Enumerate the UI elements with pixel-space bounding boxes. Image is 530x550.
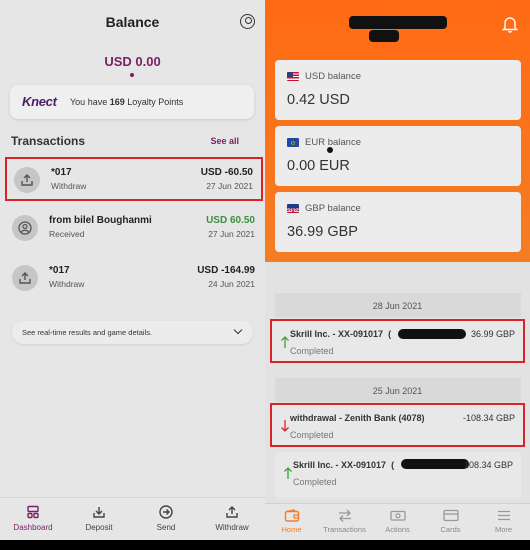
us-flag-icon xyxy=(287,72,299,81)
nav-label: Send xyxy=(156,523,176,532)
uk-flag-icon xyxy=(287,204,299,213)
nav-send[interactable]: Send xyxy=(133,498,199,541)
nav-cards[interactable]: Cards xyxy=(424,504,477,541)
bottom-nav: Dashboard Deposit Send Withdraw xyxy=(0,497,265,540)
transaction-amount: USD -60.50 xyxy=(200,167,253,178)
transaction-row[interactable]: Skrill Inc. - XX-091017 ( 108.34 GBP Com… xyxy=(275,452,521,498)
right-screen: USD balance 0.42 USD EUR balance 0.00 EU… xyxy=(265,0,530,540)
date-group-label: 25 Jun 2021 xyxy=(372,386,423,396)
redacted-detail-mark xyxy=(401,459,469,469)
page-indicator-dot xyxy=(130,73,134,77)
balance-label: USD balance xyxy=(305,71,361,82)
balance-label: EUR balance xyxy=(305,137,361,148)
nav-label: Home xyxy=(281,525,302,534)
menu-icon xyxy=(497,510,510,521)
transaction-amount: USD 60.50 xyxy=(206,215,255,226)
arrow-up-icon xyxy=(284,467,292,479)
balance-amount: USD 0.00 xyxy=(104,54,161,69)
transaction-status: Completed xyxy=(293,477,337,487)
nav-withdraw[interactable]: Withdraw xyxy=(199,498,265,541)
page-title: Balance xyxy=(105,14,160,30)
download-icon xyxy=(93,507,105,518)
transaction-type: Withdraw xyxy=(51,181,87,191)
user-icon xyxy=(12,215,38,241)
transaction-name: *017 xyxy=(49,265,70,276)
nav-label: Deposit xyxy=(85,523,113,532)
nav-actions[interactable]: Actions xyxy=(371,504,424,541)
card-icon xyxy=(442,509,459,522)
bell-icon[interactable] xyxy=(502,15,518,33)
knect-logo: Knect xyxy=(22,94,57,109)
eu-flag-icon xyxy=(287,138,299,147)
balance-value: 36.99 GBP xyxy=(287,224,358,240)
touch-dot xyxy=(327,147,333,153)
redacted-name-mark xyxy=(369,30,399,42)
nav-label: Transactions xyxy=(323,525,366,534)
date-group-label: 28 Jun 2021 xyxy=(372,301,423,311)
chevron-down-icon xyxy=(233,325,243,335)
nav-transactions[interactable]: Transactions xyxy=(318,504,371,541)
game-details-expander[interactable]: See real-time results and game details. xyxy=(12,321,253,344)
transaction-row[interactable]: Skrill Inc. - XX-091017 ( 36.99 GBP Comp… xyxy=(270,319,525,363)
balance-value: 0.00 EUR xyxy=(287,158,350,174)
eur-balance-card[interactable]: EUR balance 0.00 EUR xyxy=(275,126,521,186)
transaction-amount: 36.99 GBP xyxy=(470,329,515,339)
transaction-date: 27 Jun 2021 xyxy=(206,181,253,191)
nav-deposit[interactable]: Deposit xyxy=(66,498,132,541)
redacted-detail-mark xyxy=(398,329,466,339)
balance-value: 0.42 USD xyxy=(287,92,350,108)
bottom-nav: Home Transactions Actions Cards More xyxy=(265,503,530,540)
transaction-name: Skrill Inc. - XX-091017 ( xyxy=(290,329,392,339)
wallet-icon xyxy=(284,509,299,522)
transaction-row[interactable]: withdrawal - Zenith Bank (4078) -108.34 … xyxy=(270,403,525,447)
transaction-type: Received xyxy=(49,229,85,239)
swap-icon xyxy=(338,509,351,522)
gbp-balance-card[interactable]: GBP balance 36.99 GBP xyxy=(275,192,521,252)
left-screen: Balance USD 0.00 Knect You have 169 Loya… xyxy=(0,0,265,540)
upload-icon xyxy=(12,265,38,291)
redacted-name-mark xyxy=(349,16,447,29)
arrow-up-icon xyxy=(281,336,289,348)
transactions-heading: Transactions xyxy=(11,134,86,148)
send-icon xyxy=(159,505,173,519)
loyalty-card[interactable]: Knect You have 169 Loyalty Points xyxy=(10,85,254,119)
loyalty-points: 169 xyxy=(109,97,125,107)
upload-icon xyxy=(14,167,40,193)
dashboard-icon xyxy=(27,505,39,519)
nav-label: Cards xyxy=(440,525,461,534)
transaction-name: *017 xyxy=(51,167,72,178)
transaction-row[interactable]: from bilel Boughanmi Received USD 60.50 … xyxy=(5,207,263,251)
transaction-row[interactable]: *017 Withdraw USD -164.99 24 Jun 2021 xyxy=(5,257,263,301)
transaction-type: Withdraw xyxy=(49,279,85,289)
transaction-date: 24 Jun 2021 xyxy=(208,279,255,289)
system-nav-bar xyxy=(0,540,530,550)
transaction-status: Completed xyxy=(290,346,334,356)
nav-dashboard[interactable]: Dashboard xyxy=(0,498,66,541)
transaction-row[interactable]: *017 Withdraw USD -60.50 27 Jun 2021 xyxy=(5,157,263,201)
usd-balance-card[interactable]: USD balance 0.42 USD xyxy=(275,60,521,120)
nav-label: Withdraw xyxy=(215,523,249,532)
transaction-amount: 108.34 GBP xyxy=(463,460,513,470)
transaction-status: Completed xyxy=(290,430,334,440)
transaction-name: withdrawal - Zenith Bank (4078) xyxy=(290,413,425,423)
upload-icon xyxy=(226,506,238,518)
nav-more[interactable]: More xyxy=(477,504,530,541)
loyalty-text: You have 169 Loyalty Points xyxy=(70,97,184,107)
nav-label: More xyxy=(494,525,513,534)
cash-icon xyxy=(389,510,406,521)
balance-label: GBP balance xyxy=(305,203,361,214)
arrow-down-icon xyxy=(281,420,289,432)
nav-label: Actions xyxy=(385,525,410,534)
nav-home[interactable]: Home xyxy=(265,504,318,541)
profile-icon[interactable] xyxy=(240,14,255,29)
transaction-amount: USD -164.99 xyxy=(197,265,255,276)
transaction-name: from bilel Boughanmi xyxy=(49,215,152,226)
expander-text: See real-time results and game details. xyxy=(22,328,153,337)
transaction-amount: -108.34 GBP xyxy=(462,413,515,423)
transaction-date: 27 Jun 2021 xyxy=(208,229,255,239)
see-all-link[interactable]: See all xyxy=(210,136,239,146)
transaction-name: Skrill Inc. - XX-091017 ( xyxy=(293,460,395,470)
nav-label: Dashboard xyxy=(13,523,53,532)
